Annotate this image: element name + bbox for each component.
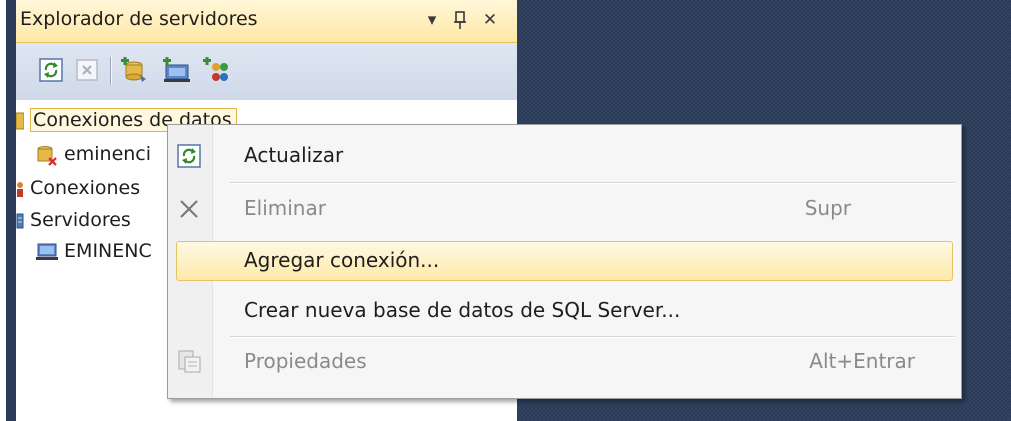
menu-item-delete[interactable]: Eliminar Supr	[168, 188, 961, 230]
sharepoint-connection-icon	[203, 57, 228, 81]
left-dock-strip	[6, 0, 16, 421]
refresh-icon	[39, 58, 63, 82]
menu-item-add-connection[interactable]: Agregar conexión...	[168, 240, 961, 282]
delete-icon	[76, 59, 98, 81]
menu-item-label: Eliminar	[244, 196, 326, 220]
menu-item-properties[interactable]: Propiedades Alt+Entrar	[168, 341, 961, 383]
window-position-dropdown[interactable]: ▾	[420, 6, 444, 34]
tree-item-label: Servidores	[30, 209, 131, 231]
add-connection-icon	[121, 57, 146, 82]
delete-button[interactable]	[74, 57, 102, 85]
refresh-button[interactable]	[38, 57, 66, 85]
computer-icon	[36, 243, 58, 260]
panel-toolbar	[16, 43, 517, 100]
tree-item-label: eminenci	[64, 143, 152, 165]
menu-item-create-database[interactable]: Crear nueva base de datos de SQL Server.…	[168, 290, 961, 332]
tree-item-servers[interactable]: Servidores	[16, 206, 131, 234]
delete-x-icon	[180, 200, 198, 218]
menu-item-shortcut: Alt+Entrar	[809, 349, 915, 373]
menu-separator	[230, 182, 955, 184]
menu-item-shortcut: Supr	[804, 196, 851, 220]
tree-item-label: Conexiones	[30, 177, 141, 199]
connect-server-button[interactable]	[162, 57, 190, 85]
database-icon	[16, 112, 24, 129]
servers-icon	[16, 213, 24, 228]
tree-item-label: EMINENC	[64, 240, 152, 262]
menu-item-label: Actualizar	[244, 143, 344, 167]
context-menu: Actualizar Eliminar Supr Agregar conexió…	[167, 124, 962, 399]
panel-title: Explorador de servidores	[20, 8, 258, 30]
properties-icon	[178, 350, 201, 373]
connect-server-icon	[163, 57, 190, 82]
close-panel-button[interactable]: ✕	[478, 6, 502, 34]
toolbar-separator	[110, 57, 112, 85]
sharepoint-icon	[17, 181, 23, 197]
sharepoint-connection-button[interactable]	[202, 57, 230, 85]
add-connection-button[interactable]	[120, 57, 148, 85]
menu-separator	[230, 336, 955, 338]
panel-title-bar[interactable]: Explorador de servidores ▾ ✕	[16, 0, 517, 43]
tree-item-sharepoint-connections[interactable]: Conexiones	[16, 174, 140, 202]
visual-studio-window: Explorador de servidores ▾ ✕ Conexiones …	[0, 0, 1011, 421]
broken-connection-icon	[37, 145, 57, 166]
auto-hide-pin-icon[interactable]	[448, 6, 472, 34]
menu-item-label: Propiedades	[244, 349, 367, 373]
tree-item-server-machine[interactable]: EMINENC	[36, 237, 152, 265]
menu-item-label: Agregar conexión...	[244, 248, 440, 272]
refresh-icon	[177, 144, 201, 168]
menu-item-refresh[interactable]: Actualizar	[168, 135, 961, 177]
tree-item-connection[interactable]: eminenci	[36, 140, 151, 168]
menu-item-label: Crear nueva base de datos de SQL Server.…	[244, 298, 681, 322]
